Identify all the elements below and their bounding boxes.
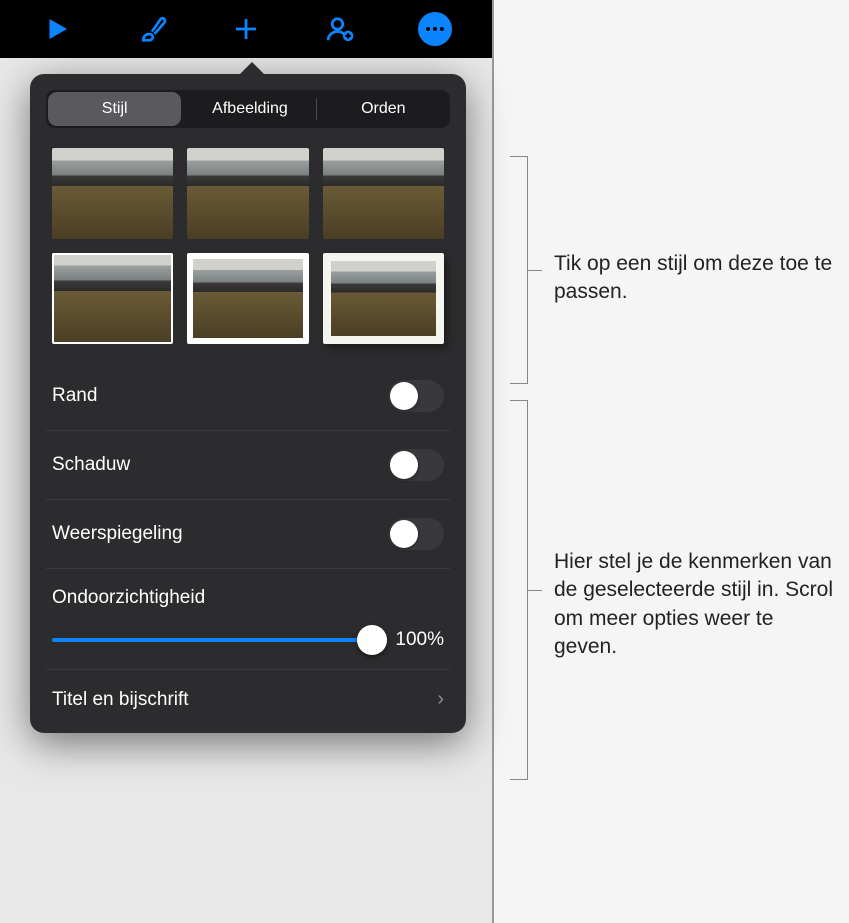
style-preset-4[interactable] [52,253,173,344]
more-button[interactable] [411,5,459,53]
tab-arrange[interactable]: Orden [317,90,450,128]
opacity-label: Ondoorzichtigheid [52,587,444,609]
reflection-label: Weerspiegeling [52,523,183,545]
play-button[interactable] [33,5,81,53]
annotation-layer: Tik op een stijl om deze toe te passen. … [510,0,840,923]
shadow-label: Schaduw [52,454,130,476]
device-frame: Stijl Afbeelding Orden Rand Schaduw Weer… [0,0,494,923]
plus-icon [231,14,261,44]
row-shadow: Schaduw [46,431,450,500]
tab-style[interactable]: Stijl [48,92,181,126]
callout-attributes: Hier stel je de kenmerken van de geselec… [542,548,840,661]
border-label: Rand [52,385,97,407]
style-preset-3[interactable] [323,148,444,239]
title-caption-label: Titel en bijschrift [52,689,189,711]
style-preset-6[interactable] [323,253,444,344]
row-border: Rand [46,362,450,431]
style-preset-2[interactable] [187,148,308,239]
chevron-right-icon: › [437,688,444,711]
border-toggle[interactable] [388,380,444,412]
callout-styles: Tik op een stijl om deze toe te passen. [542,250,840,307]
style-preset-5[interactable] [187,253,308,344]
style-presets-grid [30,140,466,362]
segmented-control: Stijl Afbeelding Orden [46,90,450,128]
ellipsis-icon [418,12,452,46]
toolbar [0,0,492,58]
row-title-caption[interactable]: Titel en bijschrift › [46,670,450,729]
opacity-value: 100% [388,629,444,651]
person-plus-icon [325,14,355,44]
play-icon [42,14,72,44]
format-popover: Stijl Afbeelding Orden Rand Schaduw Weer… [30,74,466,733]
row-opacity: Ondoorzichtigheid 100% [46,569,450,670]
reflection-toggle[interactable] [388,518,444,550]
add-button[interactable] [222,5,270,53]
tab-image[interactable]: Afbeelding [183,90,316,128]
row-reflection: Weerspiegeling [46,500,450,569]
opacity-slider[interactable] [52,638,372,642]
style-preset-1[interactable] [52,148,173,239]
shadow-toggle[interactable] [388,449,444,481]
collaborate-button[interactable] [316,5,364,53]
brush-icon [137,14,167,44]
style-options-list: Rand Schaduw Weerspiegeling Ondoorzichti… [30,362,466,729]
format-button[interactable] [128,5,176,53]
